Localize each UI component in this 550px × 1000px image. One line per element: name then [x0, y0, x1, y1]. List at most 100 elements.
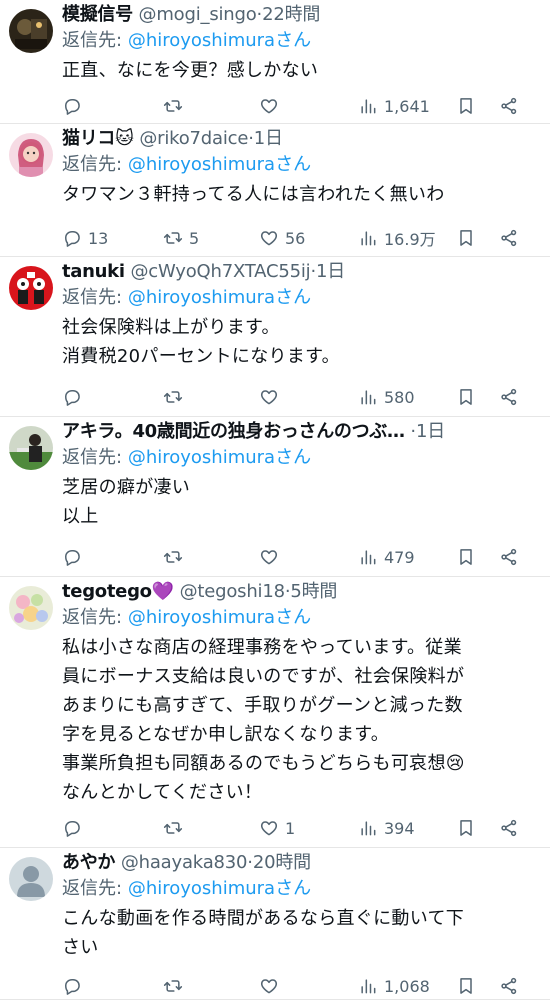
retweet-button[interactable]	[163, 816, 189, 840]
avatar[interactable]	[9, 133, 53, 177]
retweet-button[interactable]	[163, 94, 189, 118]
views-button[interactable]: 394	[358, 816, 415, 840]
mention-link[interactable]: @hiroyoshimuraさん	[128, 607, 311, 628]
mention-suffix: さん	[275, 287, 312, 308]
bookmark-button[interactable]	[456, 545, 476, 569]
tweet-text-line: 私は小さな商店の経理事務をやっています。従業	[62, 637, 462, 658]
author-name[interactable]: tanuki	[62, 261, 125, 282]
mention-link[interactable]: @hiroyoshimuraさん	[128, 878, 311, 899]
reply-prefix: 返信先:	[62, 287, 123, 308]
reply-prefix: 返信先:	[62, 447, 123, 468]
like-count: 56	[285, 228, 306, 248]
avatar[interactable]	[9, 9, 53, 53]
action-bar: 1 394	[0, 816, 550, 840]
bookmark-button[interactable]	[456, 816, 476, 840]
like-button[interactable]	[259, 974, 285, 998]
tweet-text: 芝居の癖が凄い 以上	[62, 473, 534, 531]
author-handle[interactable]: @haayaka830	[121, 852, 248, 873]
retweet-button[interactable]	[163, 545, 189, 569]
author-handle[interactable]: @tegoshi18	[180, 581, 285, 602]
reply-button[interactable]	[62, 94, 88, 118]
reply-button[interactable]	[62, 974, 88, 998]
share-button[interactable]	[499, 385, 519, 409]
tweet-text: タワマン３軒持ってる人には言われたく無いわ	[62, 180, 534, 209]
bookmark-button[interactable]	[456, 974, 476, 998]
retweet-button[interactable]: 5	[163, 226, 199, 250]
timestamp[interactable]: 1日	[254, 128, 283, 149]
mention-link[interactable]: @hiroyoshimuraさん	[128, 30, 311, 51]
views-button[interactable]: 1,641	[358, 94, 430, 118]
timestamp[interactable]: 5時間	[290, 581, 337, 602]
views-button[interactable]: 16.9万	[358, 226, 436, 250]
tweet-text-line: 消費税20パーセントになります。	[62, 346, 340, 367]
share-icon	[499, 547, 519, 567]
author-handle[interactable]: @mogi_singo	[139, 4, 257, 25]
timestamp[interactable]: 20時間	[253, 852, 311, 873]
avatar[interactable]	[9, 586, 53, 630]
mention-link[interactable]: @hiroyoshimuraさん	[128, 287, 311, 308]
tweet-text-line: 字を見るとなぜか申し訳なくなります。	[62, 724, 390, 745]
share-icon	[499, 96, 519, 116]
like-button[interactable]	[259, 385, 285, 409]
reply-context: 返信先: @hiroyoshimuraさん	[62, 285, 311, 311]
bookmark-button[interactable]	[456, 385, 476, 409]
retweet-button[interactable]	[163, 385, 189, 409]
views-button[interactable]: 580	[358, 385, 415, 409]
author-handle[interactable]: @riko7daice	[139, 128, 248, 149]
views-button[interactable]: 479	[358, 545, 415, 569]
avatar[interactable]	[9, 426, 53, 470]
tweet-item[interactable]: tanuki @cWyoQh7XTAC55ij·1日 返信先: @hiroyosh…	[0, 257, 550, 417]
author-name[interactable]: 模擬信号	[62, 4, 133, 25]
reply-icon	[62, 228, 82, 248]
like-count: 1	[285, 818, 296, 838]
author-name[interactable]: あやか	[62, 852, 115, 873]
like-button[interactable]	[259, 545, 285, 569]
tweet-text: 社会保険料は上がります。 消費税20パーセントになります。	[62, 313, 534, 371]
bookmark-button[interactable]	[456, 226, 476, 250]
tweet-item[interactable]: 模擬信号 @mogi_singo·22時間 返信先: @hiroyoshimura…	[0, 0, 550, 124]
tweet-item[interactable]: tegotego💜 @tegoshi18·5時間 返信先: @hiroyoshim…	[0, 577, 550, 848]
avatar[interactable]	[9, 857, 53, 901]
author-handle[interactable]: @cWyoQh7XTAC55ij	[130, 261, 310, 282]
share-button[interactable]	[499, 816, 519, 840]
views-button[interactable]: 1,068	[358, 974, 430, 998]
bookmark-icon	[456, 976, 476, 996]
reply-button[interactable]: 13	[62, 226, 108, 250]
retweet-icon	[163, 818, 183, 838]
view-count: 1,641	[384, 96, 430, 116]
avatar[interactable]	[9, 266, 53, 310]
share-button[interactable]	[499, 974, 519, 998]
view-count: 479	[384, 547, 415, 567]
share-icon	[499, 228, 519, 248]
share-button[interactable]	[499, 226, 519, 250]
author-name[interactable]: tegotego💜	[62, 581, 174, 602]
like-button[interactable]	[259, 94, 285, 118]
tweet-header: tegotego💜 @tegoshi18·5時間	[62, 579, 544, 605]
reply-button[interactable]	[62, 816, 88, 840]
tweet-item[interactable]: 猫リコ🐱 @riko7daice·1日 返信先: @hiroyoshimuraさん…	[0, 124, 550, 257]
tweet-item[interactable]: アキラ。40歳間近の独身おっさんのつぶ… ·1日 返信先: @hiroyoshim…	[0, 417, 550, 577]
like-button[interactable]: 56	[259, 226, 305, 250]
mention-link[interactable]: @hiroyoshimuraさん	[128, 447, 311, 468]
tweet-text-line: 員にボーナス支給は良いのですが、社会保険料が	[62, 666, 465, 687]
tweet-header: tanuki @cWyoQh7XTAC55ij·1日	[62, 259, 544, 285]
reply-prefix: 返信先:	[62, 878, 123, 899]
heart-icon	[259, 387, 279, 407]
tweet-item[interactable]: あやか @haayaka830·20時間 返信先: @hiroyoshimuraさ…	[0, 848, 550, 1000]
mention-link[interactable]: @hiroyoshimuraさん	[128, 154, 311, 175]
author-name[interactable]: アキラ。40歳間近の独身おっさんのつぶ…	[62, 421, 405, 442]
mention-handle: @hiroyoshimura	[127, 878, 276, 899]
retweet-button[interactable]	[163, 974, 189, 998]
like-button[interactable]: 1	[259, 816, 295, 840]
reply-button[interactable]	[62, 385, 88, 409]
reply-button[interactable]	[62, 545, 88, 569]
share-button[interactable]	[499, 545, 519, 569]
author-name[interactable]: 猫リコ🐱	[62, 128, 134, 149]
timestamp[interactable]: 22時間	[262, 4, 320, 25]
share-button[interactable]	[499, 94, 519, 118]
bookmark-icon	[456, 547, 476, 567]
timestamp[interactable]: 1日	[316, 261, 345, 282]
bookmark-button[interactable]	[456, 94, 476, 118]
tweet-text-line: さい	[62, 937, 99, 958]
timestamp[interactable]: 1日	[416, 421, 445, 442]
